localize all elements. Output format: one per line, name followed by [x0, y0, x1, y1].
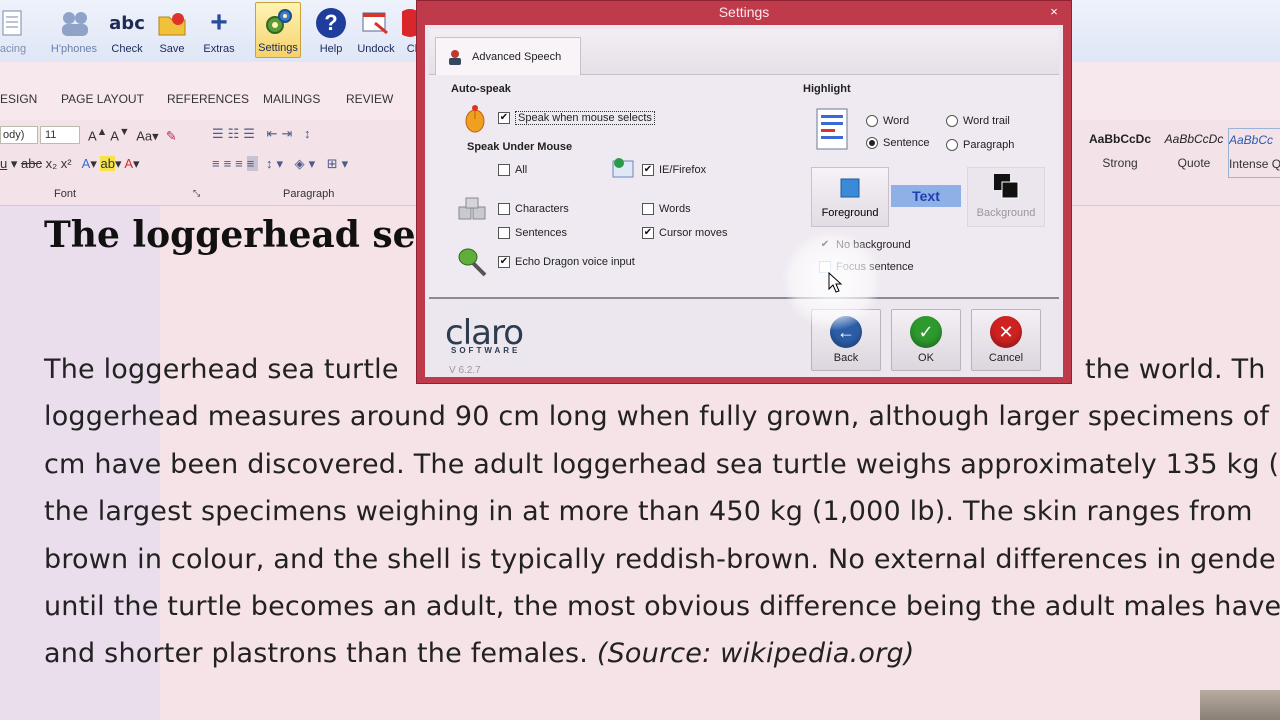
- echo-dragon-checkbox[interactable]: ✔ Echo Dragon voice input: [498, 256, 635, 268]
- settings-button[interactable]: Settings: [255, 2, 301, 58]
- ie-firefox-checkbox[interactable]: ✔ IE/Firefox: [642, 164, 706, 176]
- cube-icon: [840, 178, 860, 198]
- tab-references[interactable]: REFERENCES: [167, 92, 249, 106]
- doc-line-7: and shorter plastrons than the females. …: [44, 638, 915, 669]
- advanced-speech-panel: Auto-speak ✔ Speak when mouse selects Sp…: [429, 75, 1059, 299]
- microphone-icon: [455, 245, 489, 284]
- style-strong[interactable]: AaBbCcDc Strong: [1084, 128, 1156, 178]
- font-group-label: Font: [54, 188, 77, 200]
- list-buttons-icon[interactable]: ☰☷☰ ⇤⇥ ↕: [212, 126, 314, 142]
- foreground-color-button[interactable]: Foreground: [811, 167, 889, 227]
- abc-check-icon: abc: [109, 12, 145, 34]
- help-button[interactable]: ? Help: [312, 2, 350, 58]
- characters-checkbox[interactable]: Characters: [498, 203, 569, 215]
- style-quote[interactable]: AaBbCcDc Quote: [1158, 128, 1230, 178]
- video-thumbnail: [1200, 690, 1280, 720]
- dialog-client-area: Advanced Speech Auto-speak ✔ Speak when …: [425, 25, 1063, 377]
- font-dialog-launcher-icon[interactable]: ⤡: [193, 188, 200, 199]
- keyboard-keys-icon: [457, 197, 491, 228]
- checkbox-box: ✔: [498, 112, 510, 124]
- words-checkbox[interactable]: Words: [642, 203, 691, 215]
- doc-line-2: loggerhead measures around 90 cm long wh…: [44, 401, 1270, 432]
- document-lines-icon: [815, 107, 851, 156]
- tab-page-layout[interactable]: PAGE LAYOUT: [61, 92, 144, 106]
- cancel-x-icon: ✕: [990, 316, 1022, 348]
- format-buttons-icon[interactable]: u ▾ abc x₂ x² A▾ ab▾ A▾: [0, 156, 140, 172]
- speaker-person-icon: [449, 49, 461, 65]
- tab-design[interactable]: ESIGN: [0, 92, 37, 106]
- align-buttons-icon[interactable]: ≡≡≡≡ ↕▾ ◈▾ ⊞▾: [212, 156, 352, 172]
- doc-line-6: until the turtle becomes an adult, the m…: [44, 591, 1280, 622]
- check-button[interactable]: abc Check: [106, 2, 148, 58]
- doc-line-1: The loggerhead sea turtle: [44, 354, 399, 385]
- text-sample-preview: Text: [891, 185, 961, 207]
- word-radio[interactable]: Word: [866, 115, 909, 127]
- headphones-button[interactable]: H'phones: [48, 2, 100, 58]
- help-icon: ?: [315, 7, 347, 39]
- spacing-button[interactable]: acing: [0, 2, 30, 58]
- cancel-button[interactable]: ✕ Cancel: [971, 309, 1041, 371]
- document-title: The loggerhead sea: [44, 214, 439, 256]
- checkmark-icon: ✓: [910, 316, 942, 348]
- paragraph-radio[interactable]: Paragraph: [946, 139, 1014, 151]
- save-button[interactable]: Save: [152, 2, 192, 58]
- black-squares-icon: [994, 174, 1019, 199]
- dialog-title: Settings: [718, 4, 770, 20]
- gear-icon: [262, 6, 294, 38]
- doc-line-4: the largest specimens weighing in at mor…: [44, 496, 1253, 527]
- background-color-button[interactable]: Background: [967, 167, 1045, 227]
- source-citation: (Source: wikipedia.org): [596, 638, 915, 669]
- tab-mailings[interactable]: MAILINGS: [263, 92, 320, 106]
- paragraph-group-label: Paragraph: [283, 188, 335, 200]
- mouse-pointer-icon: [828, 271, 843, 299]
- plus-icon: +: [210, 6, 228, 39]
- speak-when-mouse-selects-checkbox[interactable]: ✔ Speak when mouse selects: [498, 111, 655, 125]
- tab-review[interactable]: REVIEW: [346, 92, 393, 106]
- font-size-box[interactable]: 11: [40, 126, 80, 144]
- save-folder-icon: [156, 7, 188, 39]
- back-button[interactable]: ← Back: [811, 309, 881, 371]
- tab-advanced-speech[interactable]: Advanced Speech: [435, 37, 581, 75]
- undock-button[interactable]: Undock: [354, 2, 398, 58]
- settings-dialog: Settings × Advanced Speech Auto-speak ✔ …: [416, 0, 1072, 384]
- back-arrow-icon: ←: [830, 316, 862, 348]
- extras-button[interactable]: + Extras: [198, 2, 240, 58]
- grow-font-icon[interactable]: A▲ A▼ Aa▾ ✎: [88, 126, 177, 144]
- dialog-close-button[interactable]: ×: [1043, 3, 1065, 21]
- undock-icon: [360, 7, 392, 39]
- doc-line-3: cm have been discovered. The adult logge…: [44, 449, 1280, 480]
- speak-under-mouse-title: Speak Under Mouse: [467, 141, 573, 153]
- browser-icon: [611, 157, 635, 184]
- sentence-radio[interactable]: Sentence: [866, 137, 929, 149]
- claro-logo-subtitle: SOFTWARE: [451, 346, 521, 355]
- version-label: V 6.2.7: [449, 365, 481, 376]
- doc-line-5: brown in colour, and the shell is typica…: [44, 544, 1276, 575]
- no-background-checkbox[interactable]: ✔ No background: [819, 239, 911, 251]
- word-trail-radio[interactable]: Word trail: [946, 115, 1010, 127]
- style-intense-quote[interactable]: AaBbCc Intense Q: [1228, 128, 1280, 178]
- dialog-footer: claro SOFTWARE V 6.2.7 ← Back ✓ OK ✕ Can…: [429, 301, 1059, 377]
- doc-icon: [0, 7, 29, 39]
- cursor-moves-checkbox[interactable]: ✔ Cursor moves: [642, 227, 727, 239]
- auto-speak-title: Auto-speak: [451, 83, 511, 95]
- tab-strip: Advanced Speech: [429, 29, 1059, 75]
- all-checkbox[interactable]: All: [498, 164, 527, 176]
- headphones-icon: [58, 7, 90, 39]
- font-name-box[interactable]: ody): [0, 126, 38, 144]
- ok-button[interactable]: ✓ OK: [891, 309, 961, 371]
- mouse-icon: [463, 105, 487, 138]
- sentences-checkbox[interactable]: Sentences: [498, 227, 567, 239]
- highlight-title: Highlight: [803, 83, 851, 95]
- doc-line-1-tail: the world. Th: [1085, 354, 1266, 385]
